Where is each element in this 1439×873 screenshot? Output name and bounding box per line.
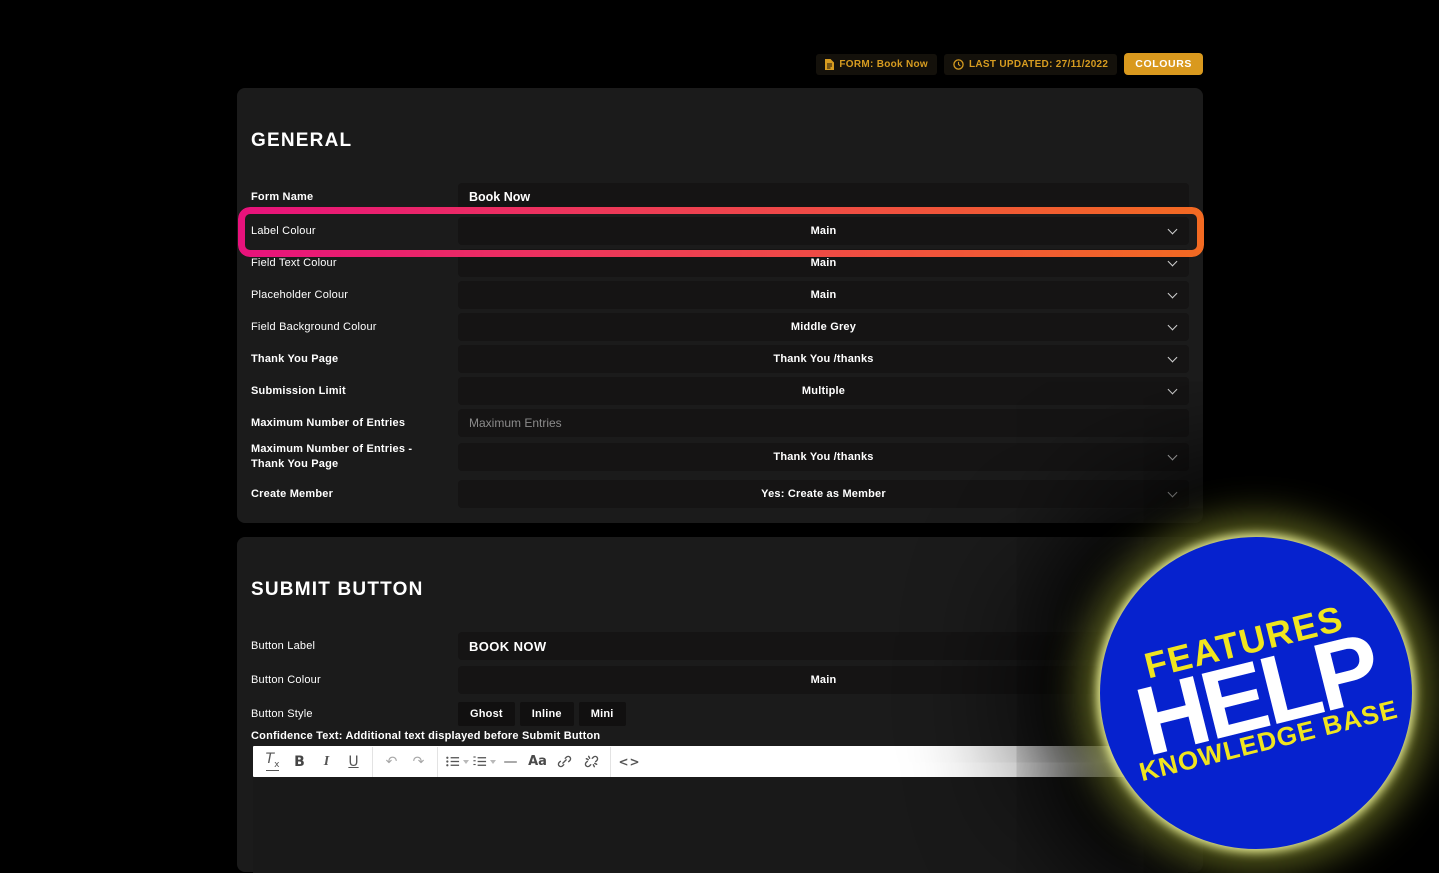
- button-style-label: Button Style: [251, 707, 313, 720]
- max-entries-thank-you-select[interactable]: Thank You /thanks: [458, 443, 1189, 471]
- field-background-colour-row: Field Background Colour Middle Grey: [251, 313, 1189, 341]
- submit-button-section-panel: SUBMIT BUTTON Button Label Button Colour…: [237, 537, 1203, 873]
- field-background-colour-select[interactable]: Middle Grey: [458, 313, 1189, 341]
- last-updated-label: LAST UPDATED: 27/11/2022: [969, 58, 1109, 70]
- field-text-colour-label: Field Text Colour: [251, 256, 337, 269]
- thank-you-page-select[interactable]: Thank You /thanks: [458, 345, 1189, 373]
- submission-limit-select[interactable]: Multiple: [458, 377, 1189, 405]
- clear-formatting-icon[interactable]: Tx: [260, 749, 285, 774]
- general-section-panel: GENERAL Form Name Label Colour Main Fiel…: [237, 88, 1203, 523]
- help-badge-text: FEATURES HELP KNOWLEDGE BASE: [1111, 590, 1402, 788]
- unordered-list-icon[interactable]: [444, 749, 469, 774]
- form-name-badge: FORM: Book Now: [816, 53, 937, 75]
- last-updated-badge: LAST UPDATED: 27/11/2022: [944, 53, 1118, 75]
- unlink-icon[interactable]: [579, 749, 604, 774]
- italic-icon[interactable]: I: [314, 749, 339, 774]
- form-name-input[interactable]: [458, 183, 1189, 211]
- placeholder-colour-label: Placeholder Colour: [251, 288, 349, 301]
- chevron-down-icon: [1167, 384, 1178, 395]
- max-entries-thank-you-value: Thank You /thanks: [773, 451, 874, 463]
- source-code-icon[interactable]: <>: [617, 749, 642, 774]
- button-colour-select[interactable]: Main: [458, 666, 1189, 694]
- button-style-tab-inline[interactable]: Inline: [519, 702, 574, 726]
- label-colour-select[interactable]: Main: [458, 217, 1189, 245]
- placeholder-colour-row: Placeholder Colour Main: [251, 281, 1189, 309]
- header-status-bar: FORM: Book Now LAST UPDATED: 27/11/2022 …: [816, 53, 1203, 75]
- form-name-row: Form Name: [251, 183, 1189, 211]
- create-member-select[interactable]: Yes: Create as Member: [458, 480, 1189, 508]
- clock-icon: [953, 58, 964, 70]
- submission-limit-label: Submission Limit: [251, 384, 346, 397]
- field-text-colour-select[interactable]: Main: [458, 249, 1189, 277]
- form-badge-label: FORM: Book Now: [839, 58, 928, 70]
- button-colour-value: Main: [810, 674, 837, 686]
- rich-text-toolbar: Tx B I U ↶ ↷ — Aa <>: [253, 746, 1188, 777]
- chevron-down-icon: [1167, 224, 1178, 235]
- field-background-colour-label: Field Background Colour: [251, 320, 377, 333]
- button-label-input[interactable]: [458, 632, 1189, 660]
- button-style-tab-ghost[interactable]: Ghost: [458, 702, 515, 726]
- max-entries-input[interactable]: [458, 409, 1189, 437]
- button-style-row: Button Style Ghost Inline Mini: [251, 700, 1189, 728]
- link-icon[interactable]: [552, 749, 577, 774]
- label-colour-row: Label Colour Main: [251, 217, 1189, 245]
- submission-limit-value: Multiple: [801, 385, 846, 397]
- placeholder-colour-value: Main: [810, 289, 837, 301]
- colours-button[interactable]: COLOURS: [1124, 53, 1203, 75]
- max-entries-label: Maximum Number of Entries: [251, 416, 406, 429]
- create-member-value: Yes: Create as Member: [761, 488, 886, 500]
- button-label-row: Button Label: [251, 632, 1189, 660]
- button-colour-row: Button Colour Main: [251, 666, 1189, 694]
- help-knowledge-base-badge[interactable]: FEATURES HELP KNOWLEDGE BASE: [1100, 537, 1412, 849]
- horizontal-rule-icon[interactable]: —: [498, 749, 523, 774]
- thank-you-page-value: Thank You /thanks: [773, 353, 874, 365]
- submission-limit-row: Submission Limit Multiple: [251, 377, 1189, 405]
- chevron-down-icon: [1167, 320, 1178, 331]
- button-colour-label: Button Colour: [251, 673, 321, 686]
- chevron-down-icon: [462, 759, 469, 764]
- label-colour-label: Label Colour: [251, 224, 316, 237]
- max-entries-thank-you-row: Maximum Number of Entries - Thank You Pa…: [251, 443, 1189, 471]
- label-colour-value: Main: [810, 225, 837, 237]
- ordered-list-icon[interactable]: [471, 749, 496, 774]
- font-size-icon[interactable]: Aa: [525, 749, 550, 774]
- button-style-tab-mini[interactable]: Mini: [578, 702, 626, 726]
- create-member-row: Create Member Yes: Create as Member: [251, 480, 1189, 508]
- bold-icon[interactable]: B: [287, 749, 312, 774]
- create-member-label: Create Member: [251, 487, 334, 500]
- max-entries-thank-you-label: Maximum Number of Entries - Thank You Pa…: [251, 443, 413, 470]
- chevron-down-icon: [1167, 450, 1178, 461]
- max-entries-row: Maximum Number of Entries: [251, 409, 1189, 437]
- field-text-colour-value: Main: [810, 257, 837, 269]
- button-label-label: Button Label: [251, 639, 316, 652]
- toolbar-divider: [372, 746, 373, 777]
- thank-you-page-row: Thank You Page Thank You /thanks: [251, 345, 1189, 373]
- document-icon: [825, 58, 835, 70]
- confidence-text-label: Confidence Text: Additional text display…: [251, 730, 601, 742]
- submit-section-title: SUBMIT BUTTON: [251, 579, 424, 600]
- chevron-down-icon: [489, 759, 496, 764]
- placeholder-colour-select[interactable]: Main: [458, 281, 1189, 309]
- field-background-colour-value: Middle Grey: [790, 321, 857, 333]
- toolbar-divider: [437, 746, 438, 777]
- underline-icon[interactable]: U: [341, 749, 366, 774]
- thank-you-page-label: Thank You Page: [251, 352, 339, 365]
- redo-icon[interactable]: ↷: [406, 749, 431, 774]
- form-name-label: Form Name: [251, 190, 314, 203]
- button-style-tabs: Ghost Inline Mini: [458, 702, 626, 726]
- general-section-title: GENERAL: [251, 130, 353, 151]
- chevron-down-icon: [1167, 288, 1178, 299]
- chevron-down-icon: [1167, 352, 1178, 363]
- toolbar-divider: [610, 746, 611, 777]
- field-text-colour-row: Field Text Colour Main: [251, 249, 1189, 277]
- undo-icon[interactable]: ↶: [379, 749, 404, 774]
- rich-text-editor-body[interactable]: [253, 777, 1188, 873]
- chevron-down-icon: [1167, 256, 1178, 267]
- chevron-down-icon: [1167, 487, 1178, 498]
